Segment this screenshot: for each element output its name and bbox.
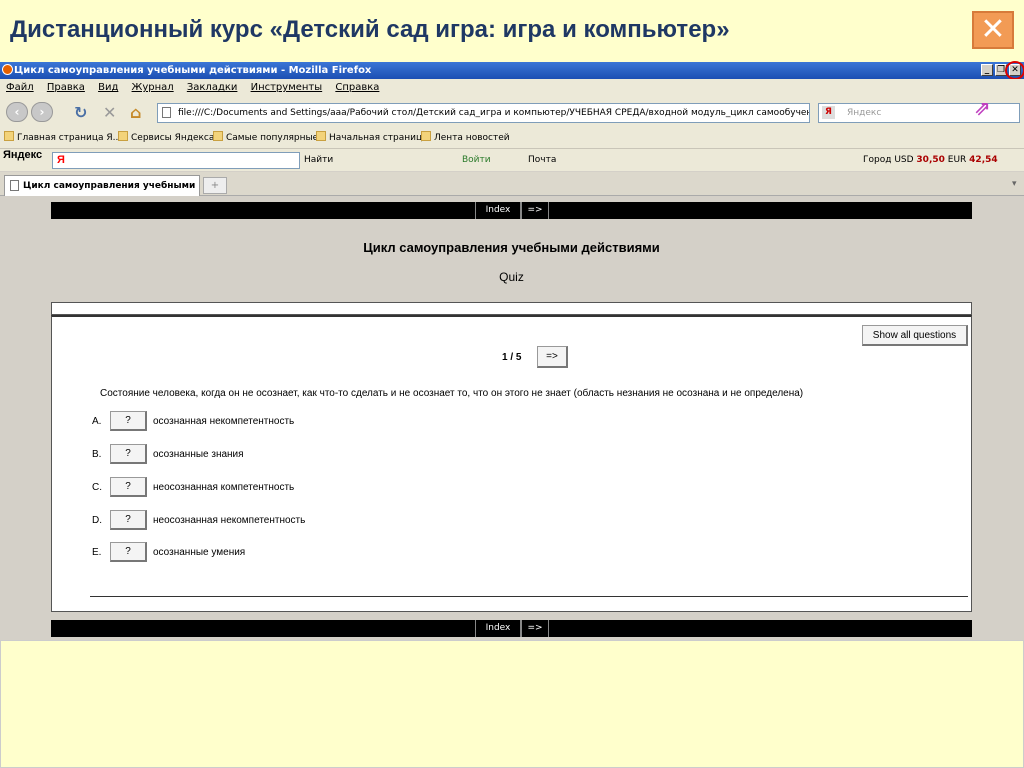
window-title: Цикл самоуправления учебными действиями … [14, 65, 372, 76]
slide: Дистанционный курс «Детский сад игра: иг… [0, 0, 1024, 768]
show-all-questions-button[interactable]: Show all questions [862, 325, 968, 346]
option-letter: B. [92, 449, 102, 460]
next-arrow-button[interactable]: => [521, 620, 549, 637]
option-text: неосознанная некомпетентность [153, 515, 306, 526]
next-arrow-button[interactable]: => [521, 202, 549, 219]
tab-bar: Цикл самоуправления учебными д... + ▾ [0, 172, 1024, 196]
window-titlebar: Цикл самоуправления учебными действиями … [0, 61, 1024, 80]
tab-list-icon[interactable]: ▾ [1012, 179, 1022, 193]
find-button[interactable]: Найти [304, 149, 333, 172]
city-label[interactable]: Город [863, 155, 891, 165]
top-nav-bar: Index => [51, 202, 972, 219]
bookmark-item[interactable]: Лента новостей [421, 128, 510, 148]
new-tab-button[interactable]: + [203, 177, 227, 194]
eur-rate: 42,54 [969, 155, 998, 165]
currency-rates: Город USD 30,50 EUR 42,54 [863, 149, 998, 172]
stop-icon[interactable]: ✕ [103, 103, 116, 122]
page-content: Index => Цикл самоуправления учебными де… [0, 197, 1024, 640]
bottom-nav-bar: Index => [51, 620, 972, 637]
option-text: неосознанная компетентность [153, 482, 295, 493]
menu-tools[interactable]: Инструменты [251, 82, 323, 93]
question-text: Состояние человека, когда он не осознает… [100, 388, 804, 399]
next-question-button[interactable]: => [537, 346, 568, 368]
folder-icon [213, 131, 223, 141]
menu-bookmarks[interactable]: Закладки [187, 82, 238, 93]
quiz-subtitle: Quiz [499, 270, 524, 284]
usd-rate: 30,50 [916, 155, 945, 165]
menu-bar: Файл Правка Вид Журнал Закладки Инструме… [0, 79, 1024, 96]
home-icon[interactable]: ⌂ [130, 103, 141, 122]
tab-active[interactable]: Цикл самоуправления учебными д... [4, 175, 200, 196]
page-icon [316, 131, 326, 141]
option-button[interactable]: ? [110, 444, 147, 464]
close-slide-button[interactable]: ✕ [972, 11, 1014, 49]
menu-view[interactable]: Вид [98, 82, 118, 93]
menu-edit[interactable]: Правка [47, 82, 85, 93]
page-title: Цикл самоуправления учебными действиями [363, 240, 660, 255]
rss-icon [421, 131, 431, 141]
search-placeholder: Яндекс [847, 108, 882, 118]
option-letter: D. [92, 515, 102, 526]
option-letter: C. [92, 482, 102, 493]
eur-label: EUR [947, 155, 967, 165]
firefox-icon [2, 64, 13, 75]
yandex-search-input[interactable]: Я [52, 152, 300, 169]
pointer-arrow-icon: ⇗ [974, 96, 991, 120]
option-button[interactable]: ? [110, 510, 147, 530]
quiz-panel: Show all questions 1 / 5 => Состояние че… [51, 315, 972, 612]
usd-label: USD [894, 155, 914, 165]
address-bar[interactable]: file:///C:/Documents and Settings/ааа/Ра… [157, 103, 810, 123]
option-button[interactable]: ? [110, 477, 147, 497]
browser-window: Цикл самоуправления учебными действиями … [0, 61, 1024, 640]
page-icon [162, 107, 171, 118]
address-text: file:///C:/Documents and Settings/ааа/Ра… [178, 108, 810, 118]
yandex-toolbar: Яндекс Я Найти Войти Почта Город USD 30,… [0, 148, 1024, 171]
option-letter: A. [92, 416, 102, 427]
highlight-circle [1005, 61, 1024, 80]
bookmark-item[interactable]: Самые популярные [213, 128, 318, 148]
option-button[interactable]: ? [110, 411, 147, 431]
reload-icon[interactable]: ↻ [74, 103, 87, 122]
bookmark-item[interactable]: Сервисы Яндекса [118, 128, 214, 148]
bookmarks-toolbar: Главная страница Я... Сервисы Яндекса Са… [0, 128, 1024, 148]
bookmark-item[interactable]: Начальная страница [316, 128, 428, 148]
page-icon [10, 180, 19, 191]
option-text: осознанная некомпетентность [153, 416, 295, 427]
option-text: осознанные умения [153, 547, 246, 558]
bookmark-item[interactable]: Главная страница Я... [4, 128, 121, 148]
header-strip [51, 302, 972, 315]
page-icon [4, 131, 14, 141]
folder-icon [118, 131, 128, 141]
option-button[interactable]: ? [110, 542, 147, 562]
tab-label: Цикл самоуправления учебными д... [23, 181, 200, 191]
slide-title: Дистанционный курс «Детский сад игра: иг… [10, 16, 730, 43]
index-button[interactable]: Index [475, 620, 521, 637]
mail-button[interactable]: Почта [528, 149, 556, 172]
minimize-button[interactable]: _ [981, 64, 993, 76]
question-counter: 1 / 5 [502, 352, 522, 363]
yandex-logo[interactable]: Яндекс [3, 149, 42, 161]
menu-file[interactable]: Файл [6, 82, 34, 93]
index-button[interactable]: Index [475, 202, 521, 219]
menu-help[interactable]: Справка [335, 82, 379, 93]
divider [90, 596, 968, 597]
slide-header: Дистанционный курс «Детский сад игра: иг… [0, 0, 1024, 62]
back-button[interactable]: ‹ [6, 102, 28, 122]
forward-button[interactable]: › [31, 102, 53, 122]
navigation-toolbar: ‹ › ↻ ✕ ⌂ file:///C:/Documents and Setti… [0, 96, 1024, 128]
slide-footer [0, 640, 1024, 768]
menu-history[interactable]: Журнал [132, 82, 174, 93]
login-button[interactable]: Войти [462, 149, 491, 172]
option-text: осознанные знания [153, 449, 244, 460]
search-engine-icon[interactable]: Я [822, 106, 835, 119]
option-letter: E. [92, 547, 102, 558]
